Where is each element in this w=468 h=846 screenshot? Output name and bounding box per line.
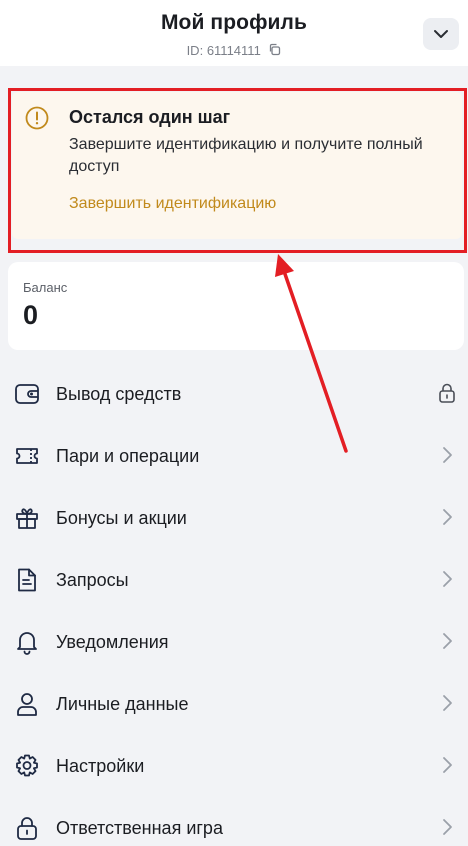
chevron-right-icon xyxy=(436,754,458,776)
menu-item-label: Уведомления xyxy=(56,632,169,652)
chevron-right-icon xyxy=(436,630,458,652)
menu-item-label: Личные данные xyxy=(56,694,189,714)
chevron-right-icon xyxy=(436,568,458,590)
bell-icon xyxy=(14,629,40,655)
menu-item-responsible-gaming[interactable]: Ответственная игра xyxy=(0,796,468,846)
annotation-arrow xyxy=(275,254,348,453)
user-icon xyxy=(14,691,40,717)
menu-item-label: Ответственная игра xyxy=(56,818,223,838)
chevron-right-icon xyxy=(436,506,458,528)
page-title: Мой профиль xyxy=(160,11,308,34)
gear-icon xyxy=(14,753,40,779)
profile-menu: Вывод средств Пари и операции Бонусы и а… xyxy=(0,362,468,846)
copy-icon[interactable] xyxy=(268,43,281,59)
chevron-right-icon xyxy=(436,692,458,714)
user-id-value: 61114111 xyxy=(206,43,261,59)
user-id: ID: 61114111 xyxy=(0,42,468,59)
account-dropdown-button[interactable] xyxy=(423,18,459,50)
document-icon xyxy=(14,567,40,593)
chevron-right-icon xyxy=(436,816,458,838)
menu-item-label: Пари и операции xyxy=(56,446,200,466)
balance-card: Баланс 0 xyxy=(8,262,464,350)
menu-item-label: Запросы xyxy=(56,570,129,590)
gift-icon xyxy=(14,505,40,531)
user-id-label: ID: xyxy=(186,43,204,59)
chevron-down-icon xyxy=(434,30,448,38)
menu-item-requests[interactable]: Запросы xyxy=(0,548,468,610)
menu-item-label: Вывод средств xyxy=(56,384,182,404)
menu-item-personal-data[interactable]: Личные данные xyxy=(0,672,468,734)
menu-item-label: Бонусы и акции xyxy=(56,508,187,528)
menu-item-bonuses[interactable]: Бонусы и акции xyxy=(0,486,468,548)
balance-value: 0 xyxy=(23,300,39,330)
menu-item-bets[interactable]: Пари и операции xyxy=(0,424,468,486)
balance-label: Баланс xyxy=(23,280,68,295)
menu-item-withdrawal[interactable]: Вывод средств xyxy=(0,362,468,424)
padlock-icon xyxy=(14,815,40,841)
ticket-icon xyxy=(14,443,40,469)
profile-header: Мой профиль ID: 61114111 xyxy=(0,0,468,66)
highlight-frame xyxy=(8,88,467,253)
menu-item-settings[interactable]: Настройки xyxy=(0,734,468,796)
menu-item-notifications[interactable]: Уведомления xyxy=(0,610,468,672)
chevron-right-icon xyxy=(436,444,458,466)
lock-icon xyxy=(436,382,458,404)
wallet-icon xyxy=(14,381,40,407)
menu-item-label: Настройки xyxy=(56,756,145,776)
